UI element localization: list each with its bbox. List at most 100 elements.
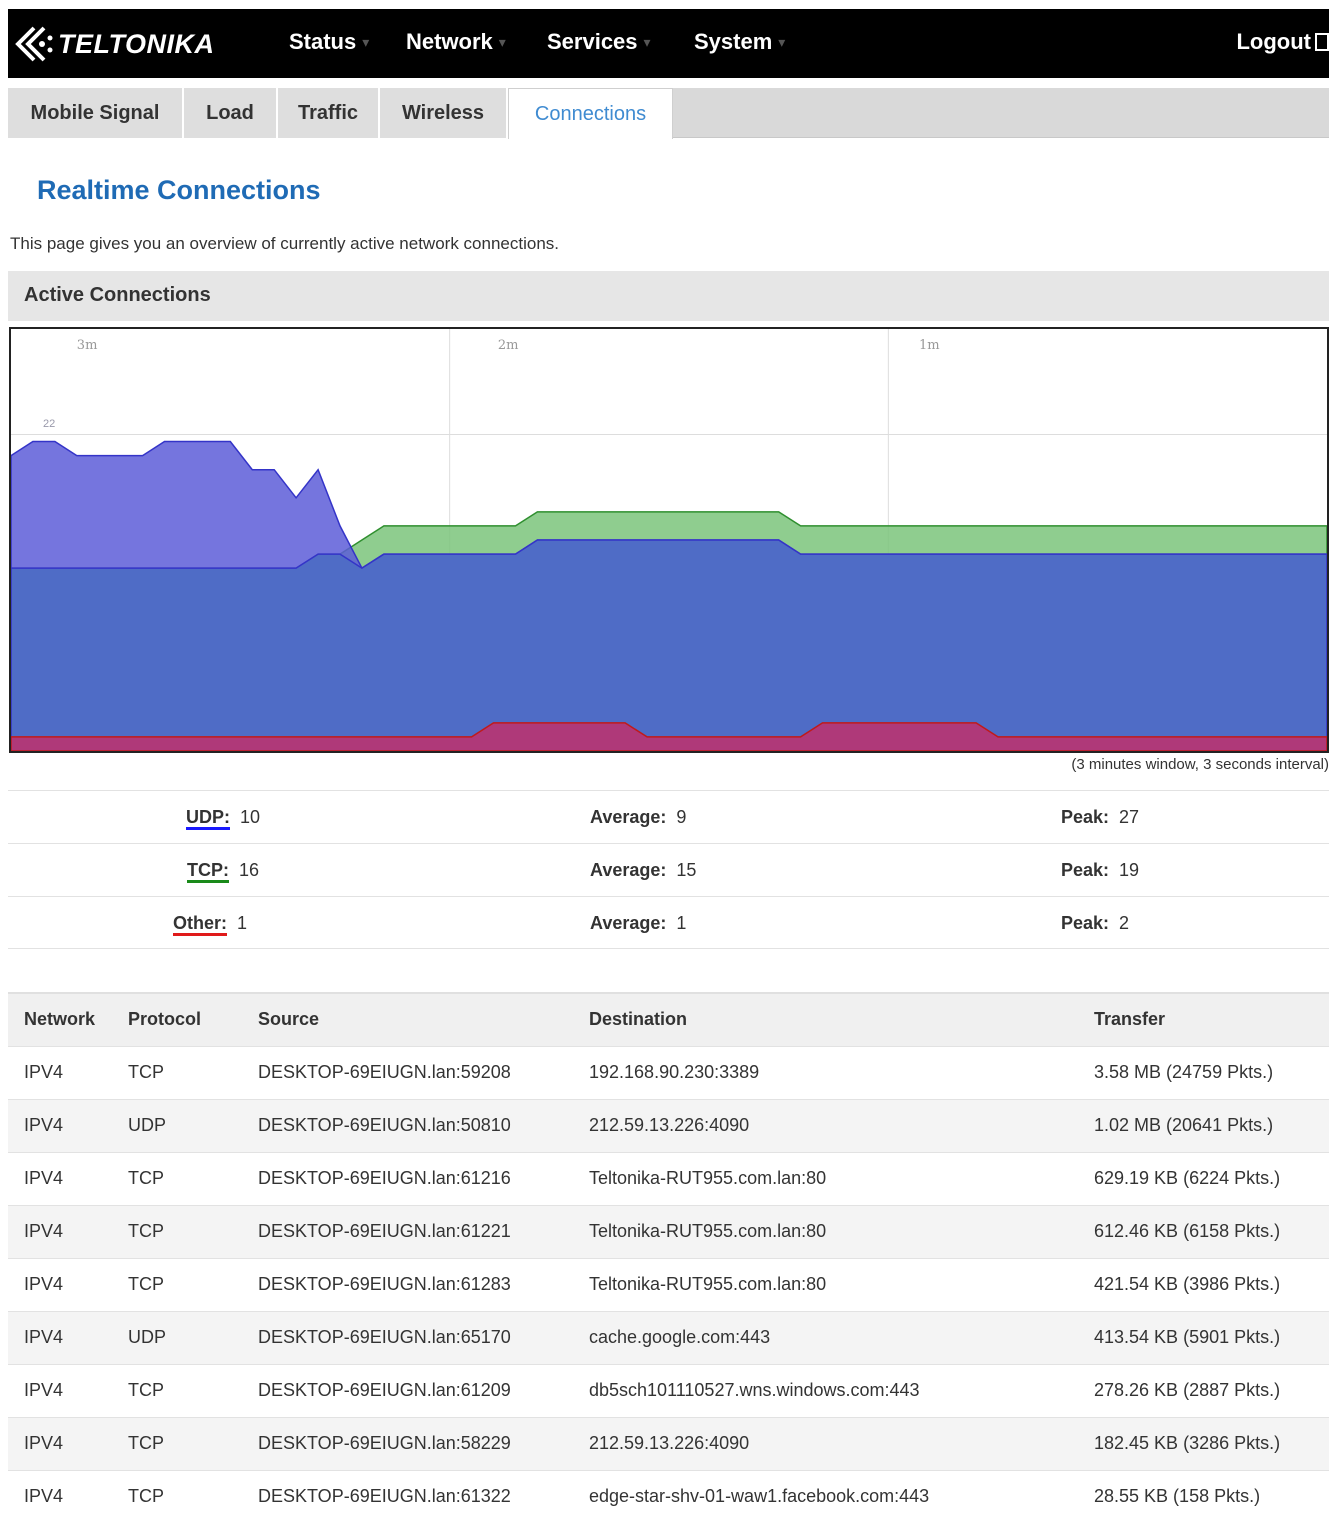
other-average-value: 1: [676, 913, 687, 933]
cell-source: DESKTOP-69EIUGN.lan:65170: [242, 1310, 573, 1364]
cell-transfer: 28.55 KB (158 Pkts.): [1078, 1469, 1329, 1517]
udp-current-value: 10: [240, 807, 261, 827]
stats-row-other: Other: 1 Average: 1 Peak: 2: [8, 896, 1329, 949]
tab-label: Wireless: [401, 101, 485, 124]
cell-source: DESKTOP-69EIUGN.lan:61216: [242, 1151, 573, 1205]
average-label: Average:: [590, 913, 667, 933]
col-transfer: Transfer: [1078, 992, 1329, 1046]
teltonika-logo[interactable]: TELTONIKA: [12, 23, 215, 65]
other-peak: Peak: 2: [1061, 913, 1129, 934]
logout-label: Logout: [1236, 29, 1311, 54]
section-title: Active Connections: [24, 284, 211, 306]
udp-peak: Peak: 27: [1061, 807, 1139, 828]
tab-label: Mobile Signal: [30, 101, 160, 124]
cell-transfer: 1.02 MB (20641 Pkts.): [1078, 1098, 1329, 1152]
teltonika-logo-icon: [15, 26, 53, 62]
nav-services[interactable]: Services ▾: [547, 29, 651, 55]
cell-protocol: UDP: [112, 1310, 242, 1364]
cell-network: IPV4: [8, 1098, 112, 1152]
cell-protocol: TCP: [112, 1204, 242, 1258]
tab-label: Traffic: [297, 101, 359, 124]
cell-network: IPV4: [8, 1204, 112, 1258]
tcp-peak-value: 19: [1119, 860, 1140, 880]
tab-wireless[interactable]: Wireless: [380, 88, 508, 138]
tcp-label: TCP:: [187, 860, 229, 883]
cell-protocol: UDP: [112, 1098, 242, 1152]
cell-source: DESKTOP-69EIUGN.lan:58229: [242, 1416, 573, 1470]
other-label: Other:: [173, 913, 227, 936]
cell-transfer: 3.58 MB (24759 Pkts.): [1078, 1045, 1329, 1099]
cell-destination: Teltonika-RUT955.com.lan:80: [573, 1151, 1078, 1205]
tcp-current-value: 16: [239, 860, 260, 880]
table-row: IPV4 UDP DESKTOP-69EIUGN.lan:65170 cache.go…: [8, 1310, 1329, 1364]
cell-transfer: 182.45 KB (3286 Pkts.): [1078, 1416, 1329, 1470]
cell-destination: 212.59.13.226:4090: [573, 1416, 1078, 1470]
cell-source: DESKTOP-69EIUGN.lan:61209: [242, 1363, 573, 1417]
tab-traffic[interactable]: Traffic: [278, 88, 380, 138]
table-row: IPV4 TCP DESKTOP-69EIUGN.lan:58229 212.59.1…: [8, 1416, 1329, 1470]
nav-network-label: Network: [406, 29, 493, 54]
connections-graph-svg: 3m 2m 1m 22: [11, 329, 1327, 751]
other-current-value: 1: [237, 913, 248, 933]
cell-source: DESKTOP-69EIUGN.lan:61322: [242, 1469, 573, 1517]
cell-network: IPV4: [8, 1469, 112, 1517]
udp-peak-value: 27: [1119, 807, 1140, 827]
tab-load[interactable]: Load: [184, 88, 278, 138]
chevron-down-icon: ▾: [643, 33, 651, 50]
cell-protocol: TCP: [112, 1469, 242, 1517]
cell-destination: db5sch101110527.wns.windows.com:443: [573, 1363, 1078, 1417]
cell-network: IPV4: [8, 1045, 112, 1099]
table-row: IPV4 TCP DESKTOP-69EIUGN.lan:61322 edge-sta…: [8, 1469, 1329, 1517]
cell-network: IPV4: [8, 1310, 112, 1364]
other-peak-value: 2: [1119, 913, 1130, 933]
graph-window-note: (3 minutes window, 3 seconds interval): [1071, 756, 1329, 773]
time-axis-label: 3m: [77, 338, 98, 353]
connections-graph: 3m 2m 1m 22: [9, 327, 1329, 753]
nav-status-label: Status: [289, 29, 357, 54]
cell-transfer: 612.46 KB (6158 Pkts.): [1078, 1204, 1329, 1258]
cell-source: DESKTOP-69EIUGN.lan:61283: [242, 1257, 573, 1311]
stats-row-tcp: TCP: 16 Average: 15 Peak: 19: [8, 843, 1329, 896]
tab-label: Load: [206, 101, 254, 124]
col-network: Network: [8, 992, 112, 1046]
nav-system[interactable]: System ▾: [694, 29, 785, 55]
udp-current: UDP: 10: [186, 807, 261, 830]
other-average: Average: 1: [590, 913, 686, 934]
logout-icon: [1315, 33, 1329, 51]
chevron-down-icon: ▾: [362, 33, 370, 50]
cell-destination: 212.59.13.226:4090: [573, 1098, 1078, 1152]
tcp-peak: Peak: 19: [1061, 860, 1139, 881]
section-header: Active Connections: [8, 271, 1329, 321]
time-axis-label: 2m: [498, 338, 519, 353]
col-source: Source: [242, 992, 573, 1046]
cell-source: DESKTOP-69EIUGN.lan:50810: [242, 1098, 573, 1152]
table-row: IPV4 TCP DESKTOP-69EIUGN.lan:59208 192.168.…: [8, 1045, 1329, 1099]
cell-protocol: TCP: [112, 1363, 242, 1417]
page-description: This page gives you an overview of curre…: [10, 234, 559, 253]
cell-transfer: 413.54 KB (5901 Pkts.): [1078, 1310, 1329, 1364]
cell-destination: cache.google.com:443: [573, 1310, 1078, 1364]
cell-source: DESKTOP-69EIUGN.lan:59208: [242, 1045, 573, 1099]
series-udp-base-area: [11, 539, 1327, 751]
cell-network: IPV4: [8, 1257, 112, 1311]
table-row: IPV4 TCP DESKTOP-69EIUGN.lan:61283 Teltonik…: [8, 1257, 1329, 1311]
table-row: IPV4 TCP DESKTOP-69EIUGN.lan:61221 Teltonik…: [8, 1204, 1329, 1258]
chevron-down-icon: ▾: [498, 33, 506, 50]
nav-status[interactable]: Status ▾: [289, 29, 369, 55]
cell-network: IPV4: [8, 1416, 112, 1470]
peak-label: Peak:: [1061, 807, 1110, 827]
tab-connections[interactable]: Connections: [508, 88, 673, 139]
tab-label: Connections: [534, 102, 647, 125]
peak-label: Peak:: [1061, 860, 1110, 880]
logout-button[interactable]: Logout: [1236, 29, 1329, 55]
other-current: Other: 1: [173, 913, 248, 936]
nav-network[interactable]: Network ▾: [406, 29, 506, 55]
cell-transfer: 421.54 KB (3986 Pkts.): [1078, 1257, 1329, 1311]
table-row: IPV4 UDP DESKTOP-69EIUGN.lan:50810 212.59.1…: [8, 1098, 1329, 1152]
col-destination: Destination: [573, 992, 1078, 1046]
cell-network: IPV4: [8, 1151, 112, 1205]
tab-mobile-signal[interactable]: Mobile Signal: [8, 88, 184, 138]
udp-average: Average: 9: [590, 807, 686, 828]
cell-network: IPV4: [8, 1363, 112, 1417]
connections-table: Network Protocol Source Destination Tran…: [8, 992, 1329, 1517]
